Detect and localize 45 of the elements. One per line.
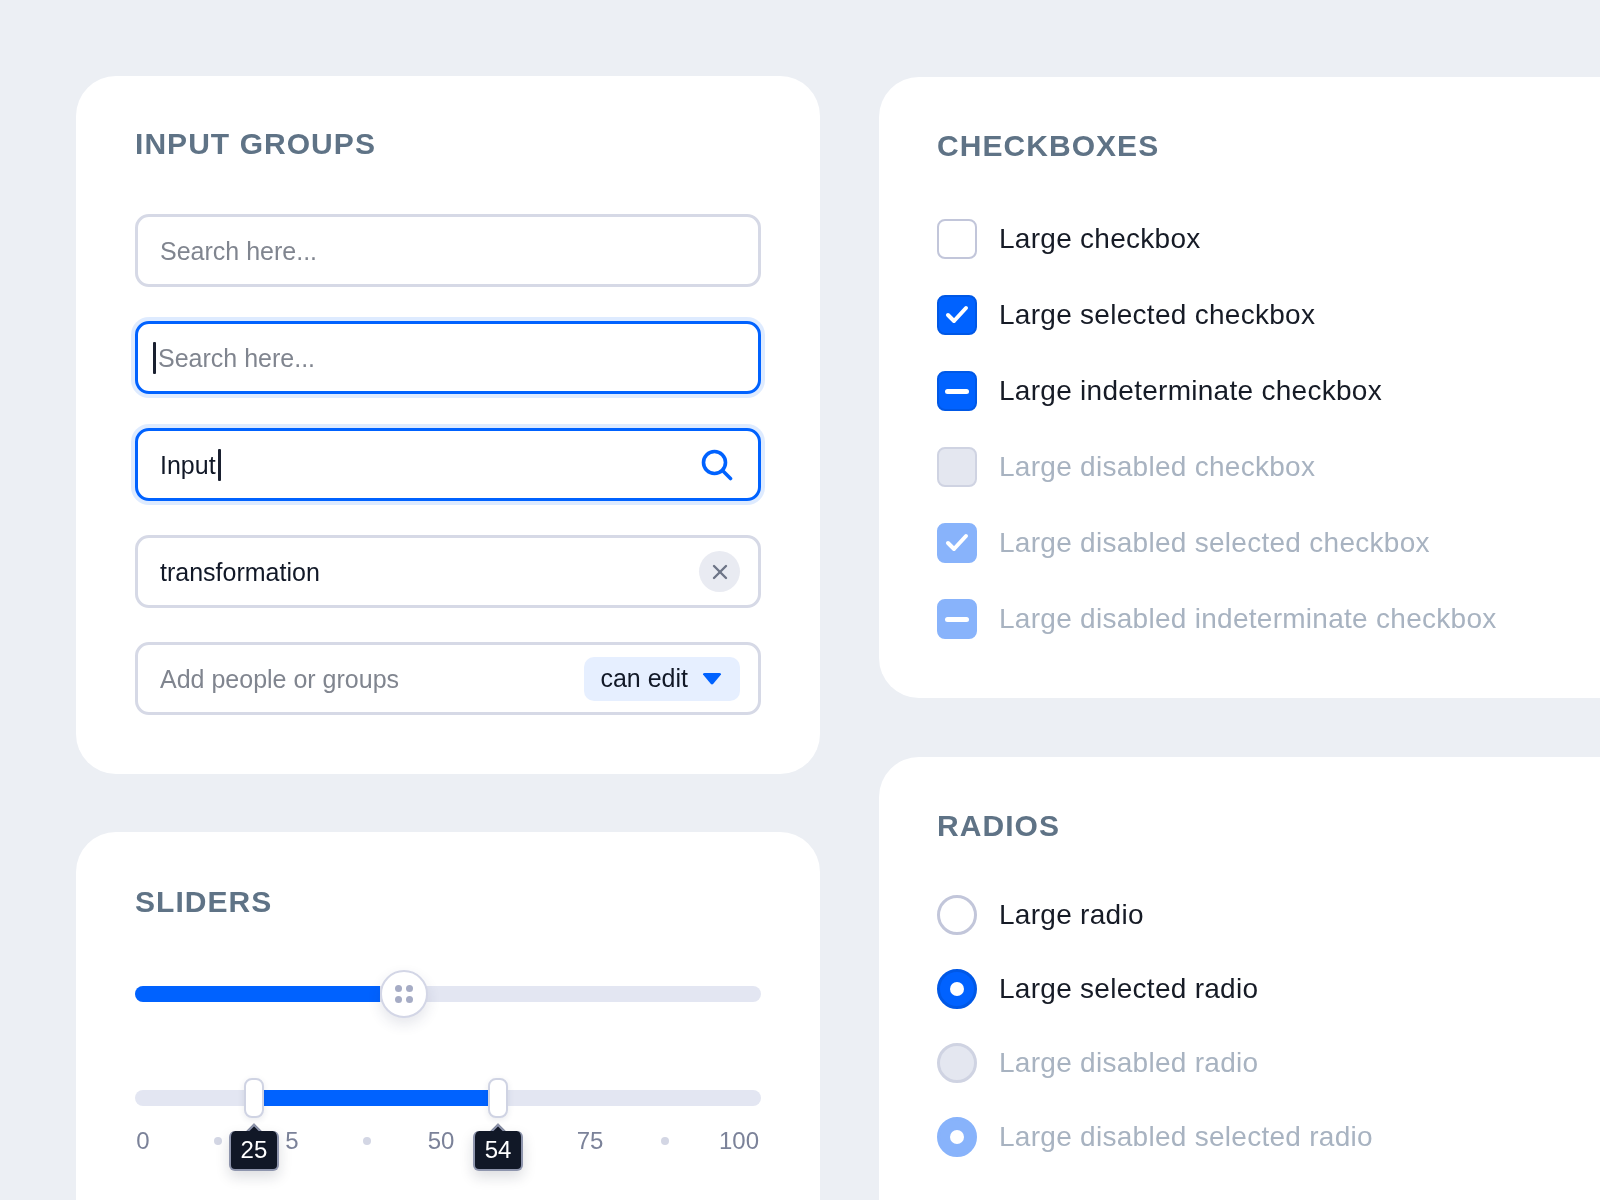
permission-dropdown[interactable]: can edit xyxy=(584,656,740,701)
section-title: SLIDERS xyxy=(135,884,274,920)
checkbox[interactable] xyxy=(937,219,977,259)
checkbox-label: Large disabled checkbox xyxy=(999,450,1316,484)
checkbox[interactable] xyxy=(937,295,977,335)
grip-icon xyxy=(395,985,414,1003)
value-tooltip: 25 xyxy=(228,1126,279,1171)
scale-label: 75 xyxy=(576,1126,604,1156)
slider-handle[interactable] xyxy=(243,1078,264,1118)
radio-label: Large radio xyxy=(999,898,1144,932)
radio-label: Large disabled selected radio xyxy=(999,1120,1373,1154)
checkbox-label: Large disabled indeterminate checkbox xyxy=(999,602,1497,636)
caret-down-icon xyxy=(702,672,722,685)
minus-icon xyxy=(945,388,969,394)
value-tooltip: 54 xyxy=(473,1126,524,1171)
section-title: CHECKBOXES xyxy=(937,128,1161,164)
check-icon xyxy=(945,305,969,325)
input-field[interactable]: Add people or groups can edit xyxy=(135,642,761,715)
section-title: INPUT GROUPS xyxy=(135,126,377,162)
section-title: RADIOS xyxy=(937,808,1061,844)
input-field[interactable]: Search here... xyxy=(135,321,761,394)
radio-label: Large selected radio xyxy=(999,972,1259,1006)
input-field[interactable]: Search here... xyxy=(135,214,761,287)
checkbox[interactable] xyxy=(937,371,977,411)
checkbox-label: Large selected checkbox xyxy=(999,298,1316,332)
slider-thumb[interactable] xyxy=(380,970,429,1018)
slider-handle[interactable] xyxy=(488,1078,509,1118)
scale-label: 0 xyxy=(136,1126,150,1156)
check-icon xyxy=(945,533,969,553)
text-cursor-icon xyxy=(217,448,221,481)
radio-button[interactable] xyxy=(937,895,977,935)
checkbox-label: Large indeterminate checkbox xyxy=(999,374,1382,408)
input-field[interactable]: Input xyxy=(135,428,761,501)
minus-icon xyxy=(945,616,969,622)
checkbox-label: Large disabled selected checkbox xyxy=(999,526,1430,560)
scale-label: 5 xyxy=(285,1126,299,1156)
clear-button[interactable] xyxy=(699,551,740,592)
scale-label: 50 xyxy=(427,1126,455,1156)
radio-label: Large disabled radio xyxy=(999,1046,1259,1080)
close-icon xyxy=(711,563,728,580)
scale-label: 100 xyxy=(719,1126,760,1156)
search-icon[interactable] xyxy=(701,448,733,481)
radio-button[interactable] xyxy=(937,969,977,1009)
input-field[interactable]: transformation xyxy=(135,535,761,608)
text-cursor-icon xyxy=(153,341,156,374)
